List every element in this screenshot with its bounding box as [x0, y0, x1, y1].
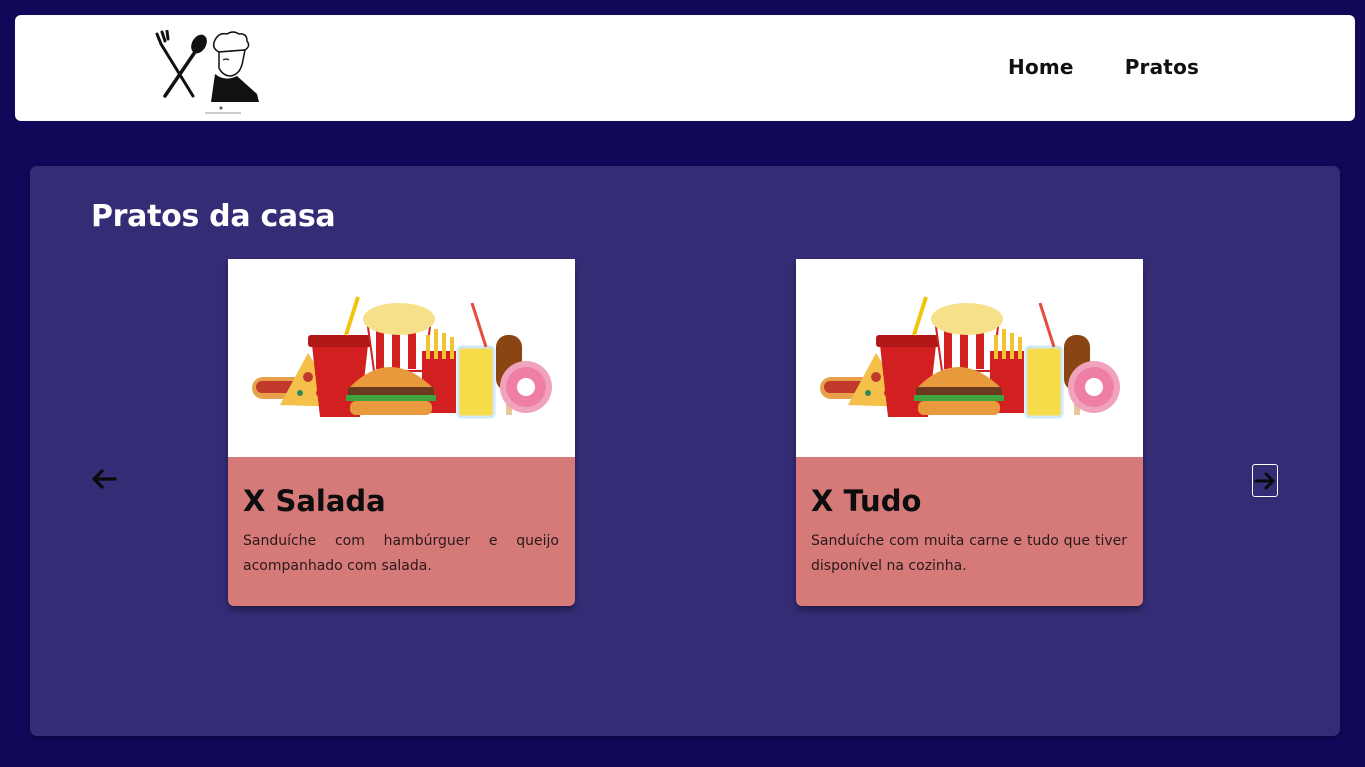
dish-card-body: X Tudo Sanduíche com muita carne e tudo … [796, 457, 1143, 579]
dish-card[interactable]: X Salada Sanduíche com hambúrguer e quei… [228, 259, 575, 606]
main-nav: Home Pratos [1008, 55, 1199, 79]
section-title: Pratos da casa [91, 199, 336, 234]
arrow-left-icon[interactable] [90, 464, 118, 494]
chef-logo-icon[interactable] [153, 29, 263, 116]
fast-food-illustration [796, 259, 1143, 457]
dish-card[interactable]: X Tudo Sanduíche com muita carne e tudo … [796, 259, 1143, 606]
dishes-panel: Pratos da casa X Salada Sanduíche com ha… [30, 166, 1340, 736]
fast-food-illustration [228, 259, 575, 457]
site-header: Home Pratos [15, 15, 1355, 121]
dish-description: Sanduíche com muita carne e tudo que tiv… [811, 533, 1127, 574]
dish-name: X Tudo [811, 484, 922, 518]
dish-card-body: X Salada Sanduíche com hambúrguer e quei… [228, 457, 575, 579]
dish-name: X Salada [243, 484, 386, 518]
nav-pratos-link[interactable]: Pratos [1125, 55, 1199, 79]
arrow-right-icon[interactable] [1252, 464, 1278, 497]
nav-home-link[interactable]: Home [1008, 55, 1074, 79]
dish-description: Sanduíche com hambúrguer e queijo acompa… [243, 533, 559, 574]
